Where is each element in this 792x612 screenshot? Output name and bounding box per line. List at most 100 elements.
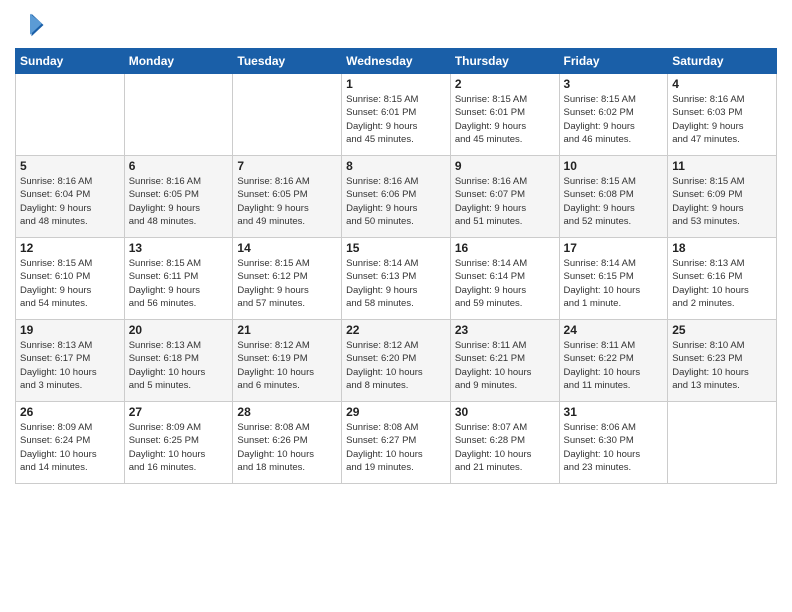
day-number: 4 [672,77,772,91]
day-info: Sunrise: 8:16 AM Sunset: 6:04 PM Dayligh… [20,175,120,228]
day-cell: 28Sunrise: 8:08 AM Sunset: 6:26 PM Dayli… [233,402,342,484]
page: SundayMondayTuesdayWednesdayThursdayFrid… [0,0,792,612]
weekday-thursday: Thursday [450,49,559,74]
day-number: 24 [564,323,664,337]
weekday-header: SundayMondayTuesdayWednesdayThursdayFrid… [16,49,777,74]
day-info: Sunrise: 8:06 AM Sunset: 6:30 PM Dayligh… [564,421,664,474]
weekday-sunday: Sunday [16,49,125,74]
day-info: Sunrise: 8:15 AM Sunset: 6:08 PM Dayligh… [564,175,664,228]
header [15,10,777,40]
calendar-body: 1 Sunrise: 8:15 AM Sunset: 6:01 PM Daylig… [16,74,777,484]
day-cell: 5 Sunrise: 8:16 AM Sunset: 6:04 PM Daylig… [16,156,125,238]
day-info: Sunrise: 8:16 AM Sunset: 6:03 PM Dayligh… [672,93,772,146]
day-info: Sunrise: 8:12 AM Sunset: 6:20 PM Dayligh… [346,339,446,392]
day-cell: 17Sunrise: 8:14 AM Sunset: 6:15 PM Dayli… [559,238,668,320]
day-number: 13 [129,241,229,255]
day-info: Sunrise: 8:08 AM Sunset: 6:26 PM Dayligh… [237,421,337,474]
day-cell: 2Sunrise: 8:15 AM Sunset: 6:01 PM Daylig… [450,74,559,156]
day-cell: 11 Sunrise: 8:15 AM Sunset: 6:09 PM Dayli… [668,156,777,238]
day-cell: 22 Sunrise: 8:12 AM Sunset: 6:20 PM Dayli… [342,320,451,402]
week-row-5: 26Sunrise: 8:09 AM Sunset: 6:24 PM Dayli… [16,402,777,484]
day-cell: 26Sunrise: 8:09 AM Sunset: 6:24 PM Dayli… [16,402,125,484]
week-row-2: 5 Sunrise: 8:16 AM Sunset: 6:04 PM Daylig… [16,156,777,238]
day-number: 14 [237,241,337,255]
day-cell: 4 Sunrise: 8:16 AM Sunset: 6:03 PM Daylig… [668,74,777,156]
day-number: 6 [129,159,229,173]
logo [15,10,47,40]
day-info: Sunrise: 8:16 AM Sunset: 6:05 PM Dayligh… [129,175,229,228]
day-number: 10 [564,159,664,173]
day-info: Sunrise: 8:13 AM Sunset: 6:18 PM Dayligh… [129,339,229,392]
day-cell: 29 Sunrise: 8:08 AM Sunset: 6:27 PM Dayli… [342,402,451,484]
day-number: 19 [20,323,120,337]
day-info: Sunrise: 8:10 AM Sunset: 6:23 PM Dayligh… [672,339,772,392]
day-cell [233,74,342,156]
day-info: Sunrise: 8:07 AM Sunset: 6:28 PM Dayligh… [455,421,555,474]
day-number: 22 [346,323,446,337]
day-cell: 8Sunrise: 8:16 AM Sunset: 6:06 PM Daylig… [342,156,451,238]
day-cell: 20 Sunrise: 8:13 AM Sunset: 6:18 PM Dayli… [124,320,233,402]
day-number: 29 [346,405,446,419]
day-cell: 30 Sunrise: 8:07 AM Sunset: 6:28 PM Dayli… [450,402,559,484]
day-info: Sunrise: 8:15 AM Sunset: 6:09 PM Dayligh… [672,175,772,228]
day-info: Sunrise: 8:12 AM Sunset: 6:19 PM Dayligh… [237,339,337,392]
day-cell: 10 Sunrise: 8:15 AM Sunset: 6:08 PM Dayli… [559,156,668,238]
day-number: 31 [564,405,664,419]
day-number: 2 [455,77,555,91]
weekday-saturday: Saturday [668,49,777,74]
day-info: Sunrise: 8:15 AM Sunset: 6:11 PM Dayligh… [129,257,229,310]
day-number: 9 [455,159,555,173]
day-number: 23 [455,323,555,337]
day-number: 30 [455,405,555,419]
week-row-1: 1 Sunrise: 8:15 AM Sunset: 6:01 PM Daylig… [16,74,777,156]
logo-icon [15,10,45,40]
day-cell: 23 Sunrise: 8:11 AM Sunset: 6:21 PM Dayli… [450,320,559,402]
day-number: 21 [237,323,337,337]
calendar: SundayMondayTuesdayWednesdayThursdayFrid… [15,48,777,484]
day-cell: 31 Sunrise: 8:06 AM Sunset: 6:30 PM Dayli… [559,402,668,484]
day-number: 11 [672,159,772,173]
day-cell: 14Sunrise: 8:15 AM Sunset: 6:12 PM Dayli… [233,238,342,320]
day-cell: 6 Sunrise: 8:16 AM Sunset: 6:05 PM Daylig… [124,156,233,238]
day-cell: 3Sunrise: 8:15 AM Sunset: 6:02 PM Daylig… [559,74,668,156]
day-cell [16,74,125,156]
day-info: Sunrise: 8:08 AM Sunset: 6:27 PM Dayligh… [346,421,446,474]
day-cell [124,74,233,156]
weekday-wednesday: Wednesday [342,49,451,74]
day-info: Sunrise: 8:09 AM Sunset: 6:24 PM Dayligh… [20,421,120,474]
day-cell: 19 Sunrise: 8:13 AM Sunset: 6:17 PM Dayli… [16,320,125,402]
day-info: Sunrise: 8:13 AM Sunset: 6:16 PM Dayligh… [672,257,772,310]
day-cell: 13 Sunrise: 8:15 AM Sunset: 6:11 PM Dayli… [124,238,233,320]
day-cell: 21 Sunrise: 8:12 AM Sunset: 6:19 PM Dayli… [233,320,342,402]
day-cell: 27Sunrise: 8:09 AM Sunset: 6:25 PM Dayli… [124,402,233,484]
day-info: Sunrise: 8:16 AM Sunset: 6:07 PM Dayligh… [455,175,555,228]
weekday-friday: Friday [559,49,668,74]
day-cell: 24 Sunrise: 8:11 AM Sunset: 6:22 PM Dayli… [559,320,668,402]
day-cell: 9 Sunrise: 8:16 AM Sunset: 6:07 PM Daylig… [450,156,559,238]
day-cell: 25 Sunrise: 8:10 AM Sunset: 6:23 PM Dayli… [668,320,777,402]
day-number: 8 [346,159,446,173]
day-info: Sunrise: 8:15 AM Sunset: 6:02 PM Dayligh… [564,93,664,146]
day-cell [668,402,777,484]
day-info: Sunrise: 8:11 AM Sunset: 6:22 PM Dayligh… [564,339,664,392]
day-info: Sunrise: 8:13 AM Sunset: 6:17 PM Dayligh… [20,339,120,392]
day-number: 5 [20,159,120,173]
day-number: 18 [672,241,772,255]
day-info: Sunrise: 8:09 AM Sunset: 6:25 PM Dayligh… [129,421,229,474]
day-cell: 1 Sunrise: 8:15 AM Sunset: 6:01 PM Daylig… [342,74,451,156]
day-cell: 15 Sunrise: 8:14 AM Sunset: 6:13 PM Dayli… [342,238,451,320]
day-number: 25 [672,323,772,337]
day-number: 1 [346,77,446,91]
day-info: Sunrise: 8:11 AM Sunset: 6:21 PM Dayligh… [455,339,555,392]
day-info: Sunrise: 8:15 AM Sunset: 6:01 PM Dayligh… [346,93,446,146]
week-row-4: 19 Sunrise: 8:13 AM Sunset: 6:17 PM Dayli… [16,320,777,402]
day-info: Sunrise: 8:15 AM Sunset: 6:10 PM Dayligh… [20,257,120,310]
day-info: Sunrise: 8:14 AM Sunset: 6:13 PM Dayligh… [346,257,446,310]
day-number: 17 [564,241,664,255]
day-cell: 16Sunrise: 8:14 AM Sunset: 6:14 PM Dayli… [450,238,559,320]
day-number: 15 [346,241,446,255]
day-cell: 18 Sunrise: 8:13 AM Sunset: 6:16 PM Dayli… [668,238,777,320]
day-number: 20 [129,323,229,337]
day-cell: 7Sunrise: 8:16 AM Sunset: 6:05 PM Daylig… [233,156,342,238]
day-cell: 12Sunrise: 8:15 AM Sunset: 6:10 PM Dayli… [16,238,125,320]
